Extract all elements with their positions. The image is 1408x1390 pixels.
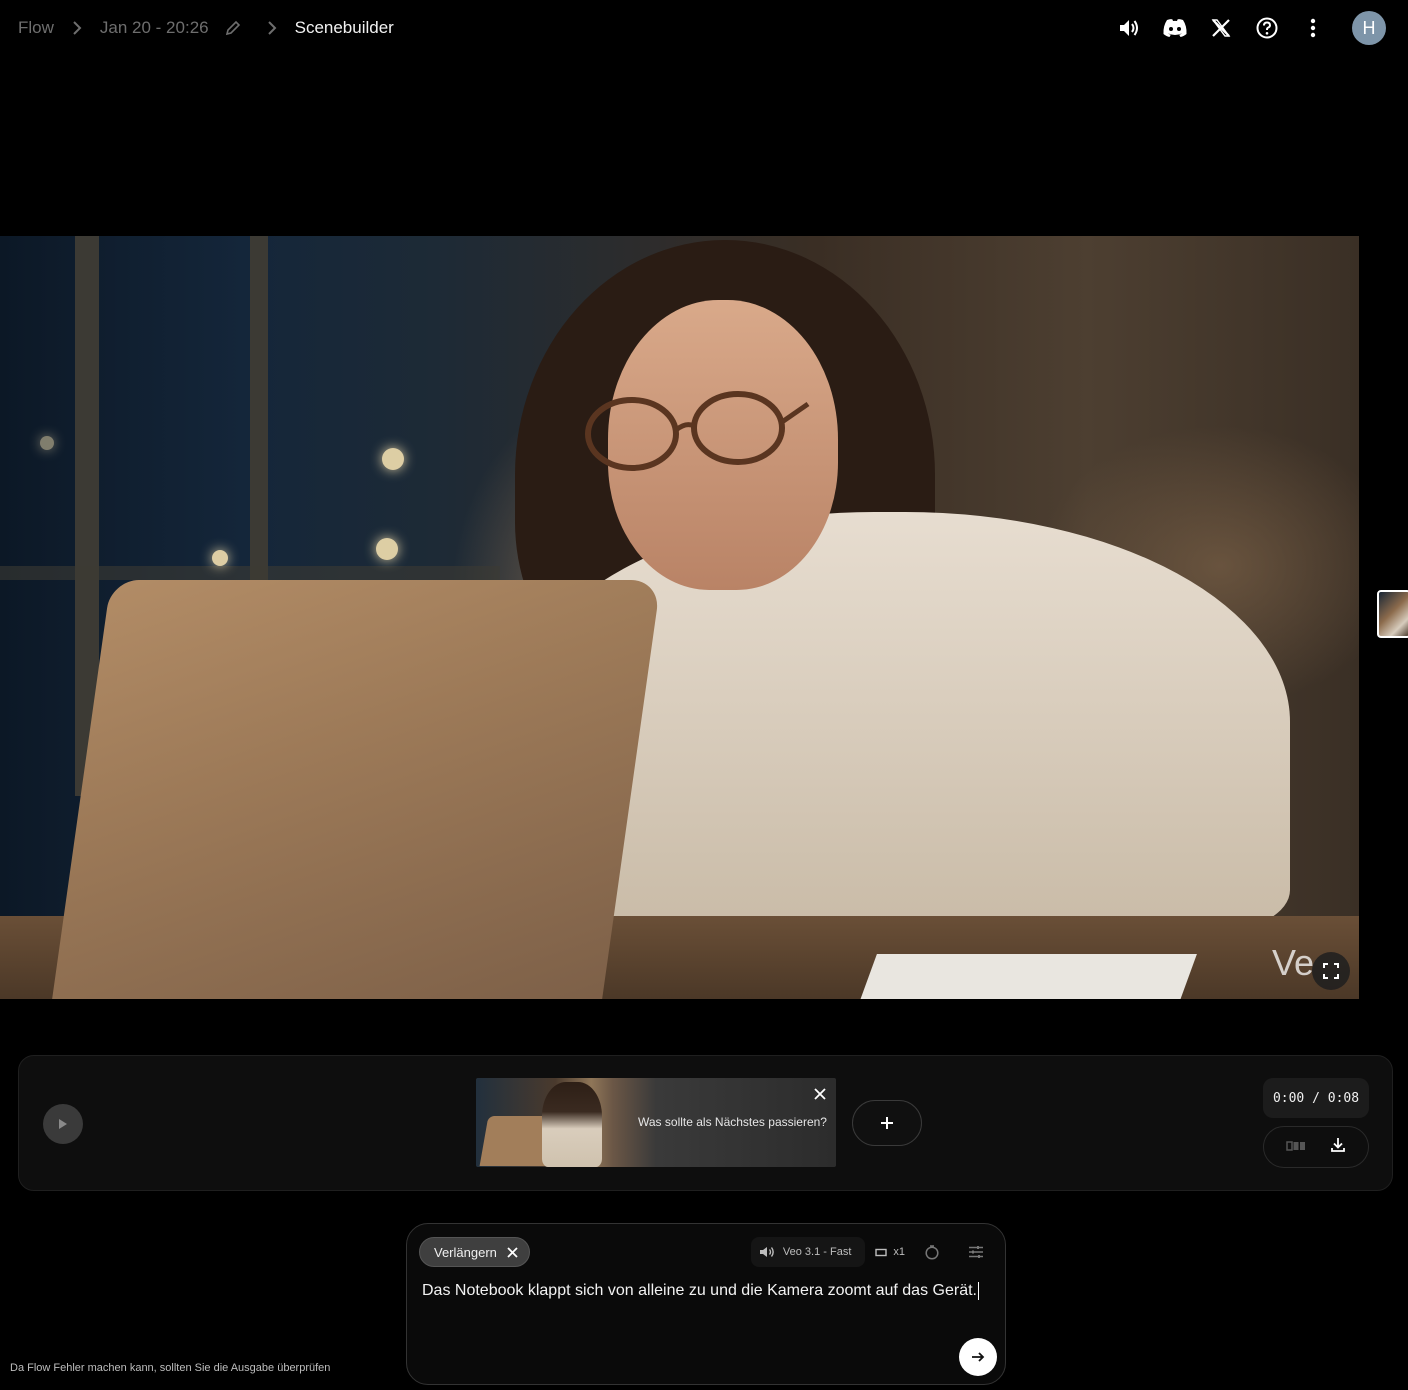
- avatar[interactable]: H: [1352, 11, 1386, 45]
- notebook: [855, 954, 1197, 999]
- mode-chip-label: Verlängern: [434, 1244, 497, 1260]
- help-button[interactable]: [1244, 10, 1290, 46]
- more-vert-icon: [1310, 18, 1316, 38]
- edit-pencil-icon[interactable]: [225, 20, 241, 36]
- remove-chip-button[interactable]: [505, 1244, 521, 1260]
- chevron-right-icon: [267, 21, 277, 35]
- time-display: 0:00 / 0:08: [1263, 1078, 1369, 1118]
- help-icon: [1256, 17, 1278, 39]
- prompt-composer: Verlängern Veo 3.1 - Fast x1 Das Noteboo…: [406, 1223, 1006, 1385]
- clip-thumbnail-person: [542, 1082, 602, 1167]
- footer-disclaimer: Da Flow Fehler machen kann, sollten Sie …: [10, 1362, 331, 1374]
- volume-button[interactable]: [1106, 10, 1152, 46]
- video-preview[interactable]: Ve: [0, 236, 1359, 999]
- download-icon: [1331, 1137, 1345, 1152]
- breadcrumb-project[interactable]: Jan 20 - 20:26: [100, 18, 209, 38]
- generation-settings: Veo 3.1 - Fast x1: [750, 1237, 993, 1267]
- bokeh-light: [382, 448, 404, 470]
- breadcrumb-current: Scenebuilder: [294, 18, 394, 37]
- veo-watermark: Ve: [1272, 942, 1315, 983]
- scene-thumbnail[interactable]: [1377, 590, 1408, 638]
- bokeh-light: [376, 538, 398, 560]
- x-icon: [1211, 19, 1231, 37]
- volume-icon: [1120, 20, 1138, 36]
- send-button[interactable]: [959, 1338, 997, 1376]
- chevron-right-icon: [72, 21, 82, 35]
- discord-icon: [1163, 19, 1187, 37]
- play-button[interactable]: [43, 1104, 83, 1144]
- bokeh-light: [212, 550, 228, 566]
- timer-icon: [925, 1245, 939, 1260]
- plus-icon: [881, 1117, 893, 1129]
- glasses-icon: [585, 391, 810, 471]
- timeline-actions: [1263, 1126, 1369, 1168]
- arrow-right-icon: [972, 1352, 985, 1362]
- close-icon: [507, 1246, 519, 1258]
- frames-button[interactable]: [1286, 1138, 1306, 1156]
- model-selector[interactable]: Veo 3.1 - Fast: [750, 1237, 866, 1267]
- top-bar: Flow Jan 20 - 20:26 Scenebuilder H: [0, 0, 1408, 56]
- timeline-panel: Was sollte als Nächstes passieren? 0:00 …: [18, 1055, 1393, 1191]
- discord-button[interactable]: [1152, 10, 1198, 46]
- play-icon: [59, 1119, 67, 1129]
- timer-button[interactable]: [915, 1237, 949, 1267]
- x-button[interactable]: [1198, 10, 1244, 46]
- add-clip-button[interactable]: [852, 1100, 922, 1146]
- model-label: Veo 3.1 - Fast: [782, 1246, 852, 1258]
- fullscreen-button[interactable]: [1312, 952, 1350, 990]
- bokeh-light: [40, 436, 54, 450]
- aspect-count-selector[interactable]: x1: [875, 1237, 905, 1267]
- aspect-ratio-icon: [875, 1248, 888, 1256]
- laptop: [52, 580, 662, 999]
- audio-icon: [759, 1247, 774, 1257]
- download-button[interactable]: [1330, 1137, 1346, 1158]
- header-actions: H: [1106, 10, 1386, 46]
- prompt-input-text: Das Notebook klappt sich von alleine zu …: [422, 1282, 977, 1300]
- clip-next-prompt: Was sollte als Nächstes passieren?: [638, 1115, 827, 1129]
- text-caret: [977, 1282, 979, 1300]
- mode-chip-extend[interactable]: Verlängern: [419, 1237, 530, 1267]
- fullscreen-icon: [1323, 963, 1339, 979]
- more-options-button[interactable]: [1290, 10, 1336, 46]
- frames-icon: [1286, 1141, 1305, 1151]
- settings-button[interactable]: [959, 1237, 993, 1267]
- tune-icon: [969, 1246, 983, 1258]
- prompt-input[interactable]: Das Notebook klappt sich von alleine zu …: [422, 1282, 992, 1300]
- timeline-clip[interactable]: Was sollte als Nächstes passieren?: [476, 1078, 836, 1167]
- output-count: x1: [893, 1246, 905, 1258]
- breadcrumb: Flow Jan 20 - 20:26 Scenebuilder: [18, 16, 394, 40]
- clip-close-button[interactable]: [812, 1086, 828, 1102]
- window-frame: [0, 566, 500, 580]
- breadcrumb-root[interactable]: Flow: [18, 18, 54, 38]
- close-icon: [814, 1088, 826, 1100]
